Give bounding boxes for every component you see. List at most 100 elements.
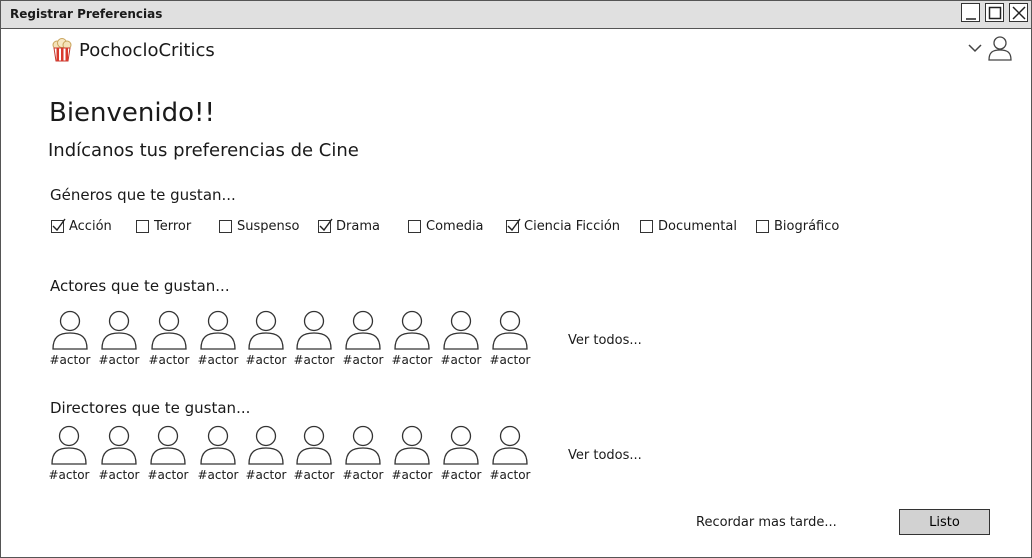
check-icon <box>507 218 521 232</box>
actors-heading: Actores que te gustan... <box>50 277 230 295</box>
popcorn-icon <box>52 38 72 62</box>
director-card[interactable]: #actor <box>437 425 485 482</box>
genre-label: Suspenso <box>237 219 300 234</box>
minimize-button[interactable] <box>961 3 980 22</box>
person-avatar-icon <box>52 310 88 350</box>
actor-card[interactable]: #actor <box>339 310 387 367</box>
person-avatar-icon <box>394 425 430 465</box>
genre-checkbox[interactable] <box>408 220 421 233</box>
user-icon <box>988 36 1012 61</box>
genre-label: Terror <box>154 219 192 234</box>
genre-label: Acción <box>69 219 112 234</box>
director-card[interactable]: #actor <box>290 425 338 482</box>
person-avatar-icon <box>492 425 528 465</box>
director-card[interactable]: #actor <box>242 425 290 482</box>
person-avatar-icon <box>492 310 528 350</box>
person-avatar-icon <box>345 310 381 350</box>
director-name: #actor <box>342 468 384 482</box>
actor-card[interactable]: #actor <box>388 310 436 367</box>
window-title: Registrar Preferencias <box>10 7 163 21</box>
actor-name: #actor <box>245 353 287 367</box>
genre-option[interactable]: Suspenso <box>219 219 299 234</box>
close-button[interactable] <box>1009 3 1028 22</box>
genre-option[interactable]: Documental <box>640 219 737 234</box>
director-card[interactable]: #actor <box>45 425 93 482</box>
actor-card[interactable]: #actor <box>290 310 338 367</box>
genre-checkbox[interactable] <box>136 220 149 233</box>
director-card[interactable]: #actor <box>486 425 534 482</box>
person-avatar-icon <box>443 310 479 350</box>
check-icon <box>319 218 333 232</box>
person-avatar-icon <box>394 310 430 350</box>
person-avatar-icon <box>101 310 137 350</box>
actor-name: #actor <box>197 353 239 367</box>
chevron-down-icon <box>968 44 982 53</box>
person-avatar-icon <box>345 425 381 465</box>
actor-name: #actor <box>489 353 531 367</box>
person-avatar-icon <box>443 425 479 465</box>
director-name: #actor <box>440 468 482 482</box>
actor-card[interactable]: #actor <box>242 310 290 367</box>
user-menu[interactable] <box>967 35 1013 61</box>
genres-list: Acción Terror Suspenso Drama Comedia Ciencia … <box>1 218 1031 239</box>
director-card[interactable]: #actor <box>95 425 143 482</box>
check-icon <box>52 218 66 232</box>
director-card[interactable]: #actor <box>388 425 436 482</box>
genre-checkbox[interactable] <box>640 220 653 233</box>
actor-name: #actor <box>440 353 482 367</box>
person-avatar-icon <box>150 425 186 465</box>
director-name: #actor <box>197 468 239 482</box>
directors-see-all-link[interactable]: Ver todos... <box>568 448 642 463</box>
maximize-button[interactable] <box>985 3 1004 22</box>
director-name: #actor <box>245 468 287 482</box>
director-name: #actor <box>48 468 90 482</box>
actor-card[interactable]: #actor <box>145 310 193 367</box>
director-name: #actor <box>391 468 433 482</box>
genres-heading: Géneros que te gustan... <box>50 186 236 204</box>
genre-label: Drama <box>336 219 380 234</box>
genre-checkbox[interactable] <box>318 218 333 233</box>
director-card[interactable]: #actor <box>144 425 192 482</box>
person-avatar-icon <box>200 310 236 350</box>
director-name: #actor <box>147 468 189 482</box>
close-icon <box>1012 6 1026 20</box>
actors-list: #actor #actor #actor #actor #actor #actor #act… <box>1 310 1031 372</box>
genre-option[interactable]: Comedia <box>408 219 484 234</box>
person-avatar-icon <box>248 310 284 350</box>
actor-name: #actor <box>49 353 91 367</box>
person-avatar-icon <box>101 425 137 465</box>
person-avatar-icon <box>248 425 284 465</box>
genre-checkbox[interactable] <box>219 220 232 233</box>
actor-name: #actor <box>391 353 433 367</box>
actor-card[interactable]: #actor <box>437 310 485 367</box>
genre-checkbox[interactable] <box>756 220 769 233</box>
genre-label: Documental <box>658 219 737 234</box>
genre-option[interactable]: Biográfico <box>756 219 839 234</box>
done-button[interactable]: Listo <box>899 509 990 535</box>
maximize-icon <box>988 6 1002 20</box>
directors-list: #actor #actor #actor #actor #actor #actor #act… <box>1 425 1031 487</box>
brand[interactable]: PochocloCritics <box>51 38 215 62</box>
actor-card[interactable]: #actor <box>486 310 534 367</box>
director-name: #actor <box>489 468 531 482</box>
director-card[interactable]: #actor <box>339 425 387 482</box>
remind-later-link[interactable]: Recordar mas tarde... <box>696 515 837 530</box>
person-avatar-icon <box>296 310 332 350</box>
genre-label: Ciencia Ficción <box>524 219 621 234</box>
genre-checkbox[interactable] <box>51 218 66 233</box>
welcome-title: Bienvenido!! <box>49 98 215 128</box>
actor-card[interactable]: #actor <box>95 310 143 367</box>
actors-see-all-link[interactable]: Ver todos... <box>568 333 642 348</box>
genre-option[interactable]: Acción <box>51 218 112 234</box>
actor-name: #actor <box>342 353 384 367</box>
genre-checkbox[interactable] <box>506 218 521 233</box>
director-card[interactable]: #actor <box>194 425 242 482</box>
genre-label: Comedia <box>426 219 484 234</box>
person-avatar-icon <box>200 425 236 465</box>
actor-name: #actor <box>98 353 140 367</box>
actor-card[interactable]: #actor <box>194 310 242 367</box>
genre-option[interactable]: Ciencia Ficción <box>506 218 621 234</box>
genre-option[interactable]: Terror <box>136 219 191 234</box>
actor-card[interactable]: #actor <box>46 310 94 367</box>
genre-option[interactable]: Drama <box>318 218 380 234</box>
